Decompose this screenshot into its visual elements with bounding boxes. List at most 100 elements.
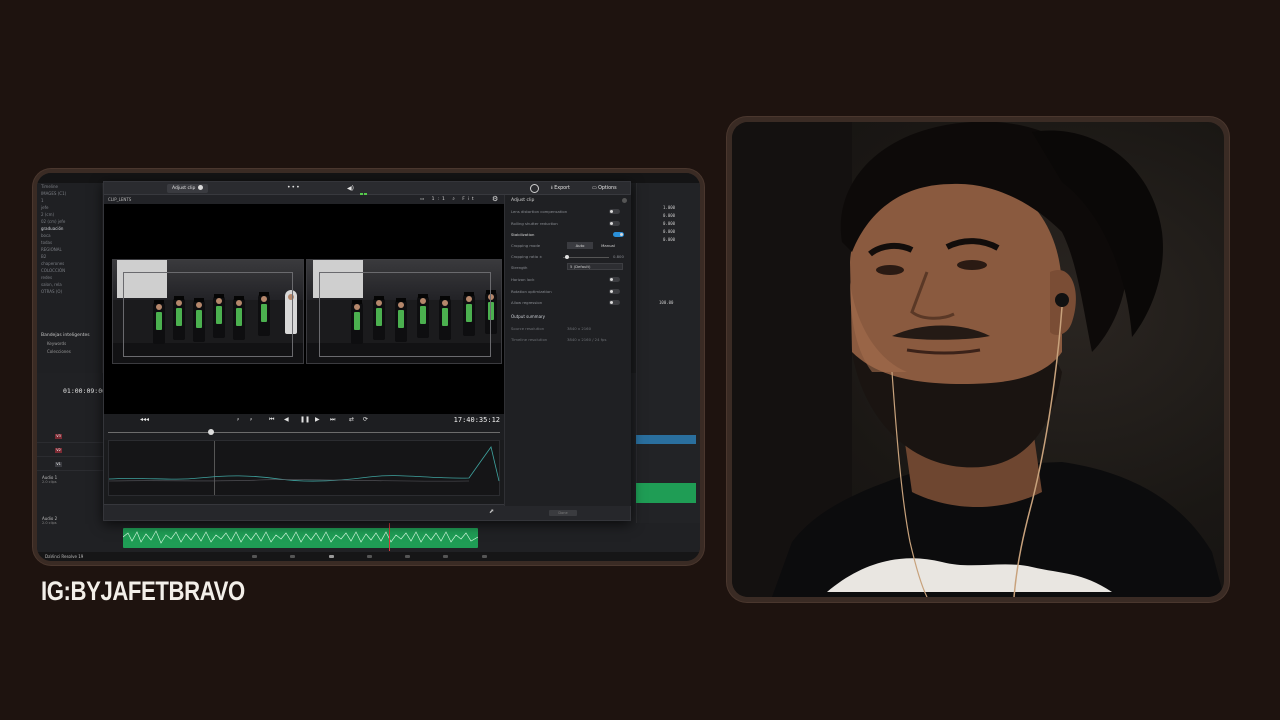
summary-value: 3840 x 2160 / 24 fps: [567, 337, 607, 342]
scrubber[interactable]: [104, 426, 504, 440]
allow-regression-toggle[interactable]: [609, 300, 620, 305]
cropping-ratio-handle[interactable]: [565, 255, 569, 259]
page-icon[interactable]: [443, 555, 448, 558]
cropping-auto-segment[interactable]: Auto: [567, 242, 593, 249]
video-frame-left: [112, 259, 304, 364]
cropping-ratio-slider[interactable]: [563, 257, 609, 258]
go-end-icon[interactable]: ⏭: [330, 416, 335, 424]
lens-distortion-toggle[interactable]: [609, 209, 620, 214]
go-start-icon[interactable]: ⏮: [269, 416, 274, 424]
inspector-title: Adjust clip: [511, 198, 535, 203]
gear-icon[interactable]: ⚙: [492, 195, 498, 203]
inspector-row-label: Allow regression: [511, 300, 543, 305]
media-pool-item[interactable]: OTRAS (O): [37, 288, 102, 295]
inspector-row-label: Lens distortion compensation: [511, 209, 568, 214]
inspector-row-label: Cropping ratio ±: [511, 254, 543, 259]
cropping-manual-segment[interactable]: Manual: [595, 242, 621, 249]
timeline-playhead[interactable]: [389, 523, 390, 551]
stabilization-toggle[interactable]: [613, 232, 624, 237]
media-pool-item[interactable]: graduación: [37, 225, 102, 232]
output-summary-title: Output summary: [511, 314, 546, 319]
close-icon[interactable]: [198, 185, 204, 190]
video-viewer[interactable]: [104, 204, 504, 414]
param-value[interactable]: 0.000: [663, 237, 675, 242]
cropping-ratio-value[interactable]: 0.800: [613, 254, 624, 259]
param-value[interactable]: 100.00: [659, 300, 673, 305]
media-pool-item[interactable]: B2: [37, 253, 102, 260]
viewer-header: CLIP_LENTS ▭ 1:1 ⌕ Fit ⚙: [104, 195, 504, 204]
viewer-clip-name: CLIP_LENTS: [108, 197, 132, 202]
track-header-v2[interactable]: V2: [37, 445, 103, 457]
loop-icon[interactable]: ⇄: [349, 416, 354, 424]
track-header-v3[interactable]: V3: [37, 431, 103, 443]
scrub-track: [108, 432, 500, 433]
page-icon[interactable]: [252, 555, 257, 558]
sync-icon[interactable]: ⟳: [363, 416, 368, 424]
audio-clip[interactable]: [123, 528, 478, 548]
screen-capture-frame: Timeline IMAGES (C1) 1 jefe 2 (cm) 02 (c…: [33, 169, 704, 565]
media-pool-item[interactable]: IMAGES (C1): [37, 190, 102, 197]
page-icon[interactable]: [329, 555, 334, 558]
speed-icon[interactable]: [530, 184, 539, 193]
mark-in-icon[interactable]: ⸗: [237, 416, 239, 424]
media-pool-item[interactable]: chaperones: [37, 260, 102, 267]
resolve-screen: Timeline IMAGES (C1) 1 jefe 2 (cm) 02 (c…: [37, 173, 700, 561]
track-header-v1[interactable]: V1: [37, 459, 103, 471]
media-pool-item[interactable]: REGIONAL: [37, 246, 102, 253]
chart-icon[interactable]: ⬈: [489, 508, 494, 515]
media-pool-item[interactable]: boca: [37, 232, 102, 239]
page-icon[interactable]: [405, 555, 410, 558]
page-bar: DaVinci Resolve 19: [37, 552, 700, 561]
track-label: V1: [55, 462, 62, 467]
done-button[interactable]: Done: [549, 510, 577, 516]
smart-bins-label[interactable]: Bandejas inteligentes: [41, 333, 90, 338]
param-value[interactable]: 0.000: [663, 213, 675, 218]
viewer-tools[interactable]: ▭ 1:1 ⌕ Fit: [420, 196, 477, 202]
jog-icon[interactable]: ◂◂◂: [140, 416, 149, 424]
media-pool-item[interactable]: jefe: [37, 204, 102, 211]
mark-out-icon[interactable]: ⸗: [250, 416, 252, 424]
page-icon[interactable]: [482, 555, 487, 558]
rolling-shutter-toggle[interactable]: [609, 221, 620, 226]
rotation-optimization-toggle[interactable]: [609, 289, 620, 294]
webcam-feed: [732, 122, 1224, 597]
webcam-frame: [727, 117, 1229, 602]
param-value[interactable]: 0.000: [663, 229, 675, 234]
instagram-handle: IG:BYJAFETBRAVO: [41, 576, 245, 606]
media-pool-item[interactable]: Timeline: [37, 183, 102, 190]
forward-icon[interactable]: ▶: [315, 416, 320, 424]
crop-guide: [319, 272, 491, 357]
bins-collections[interactable]: Colecciones: [47, 349, 71, 354]
page-icon[interactable]: [367, 555, 372, 558]
param-value[interactable]: 1.000: [663, 205, 675, 210]
playback-timecode: 17:40:35:12: [453, 416, 500, 424]
audio-track-1-sub: 2.0 clips: [42, 480, 57, 484]
export-button[interactable]: ⭳ Export: [551, 184, 570, 193]
media-pool-item[interactable]: salon, rela: [37, 281, 102, 288]
inspector-row-label: Rolling shutter reduction: [511, 221, 558, 226]
media-pool-item[interactable]: 2 (cm): [37, 211, 102, 218]
media-pool-item[interactable]: COLOCCIÓN: [37, 267, 102, 274]
options-button[interactable]: ▭ Options: [592, 184, 617, 193]
param-value[interactable]: 0.000: [663, 221, 675, 226]
motion-curve: [109, 446, 500, 482]
media-pool-item[interactable]: 02 (cm) jefe: [37, 218, 102, 225]
inspector-row-label: Horizon lock: [511, 277, 535, 282]
close-icon[interactable]: [622, 198, 627, 203]
page-icon[interactable]: [290, 555, 295, 558]
tab-adjust-clip[interactable]: Adjust clip: [167, 184, 209, 193]
inspector-row-label: Cropping mode: [511, 243, 541, 248]
media-pool-item[interactable]: todas: [37, 239, 102, 246]
pause-icon[interactable]: ❚❚: [300, 416, 310, 424]
bins-keywords[interactable]: Keywords: [47, 341, 66, 346]
media-pool-item[interactable]: redes: [37, 274, 102, 281]
rewind-icon[interactable]: ◀: [284, 416, 289, 424]
strength-dropdown[interactable]: 5 (Default): [567, 263, 623, 270]
horizon-lock-toggle[interactable]: [609, 277, 620, 282]
scrub-handle[interactable]: [208, 429, 214, 435]
video-clip[interactable]: [636, 435, 696, 444]
volume-icon[interactable]: ◀): [347, 185, 355, 192]
audio-clip-right[interactable]: [636, 483, 696, 503]
media-pool-item[interactable]: 1: [37, 197, 102, 204]
more-icon[interactable]: •••: [287, 184, 301, 191]
